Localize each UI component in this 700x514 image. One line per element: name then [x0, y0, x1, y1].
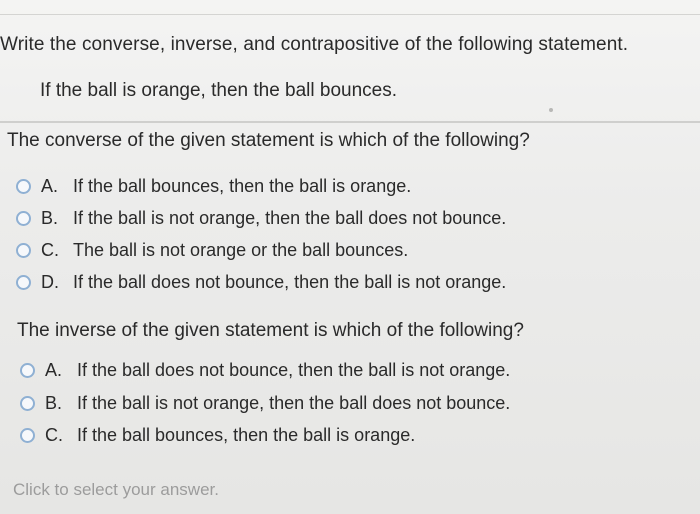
option-letter: A.	[45, 360, 63, 380]
converse-option-c[interactable]: C. The ball is not orange or the ball bo…	[16, 240, 408, 261]
option-text: If the ball does not bounce, then the ba…	[73, 272, 507, 292]
option-text: If the ball bounces, then the ball is or…	[77, 425, 416, 445]
top-divider	[0, 14, 700, 15]
radio-button-icon[interactable]	[16, 275, 31, 290]
radio-button-icon[interactable]	[20, 363, 35, 378]
converse-prompt: The converse of the given statement is w…	[7, 130, 530, 151]
option-text: If the ball bounces, then the ball is or…	[73, 176, 412, 196]
inverse-option-a[interactable]: A. If the ball does not bounce, then the…	[20, 360, 510, 381]
option-letter: C.	[41, 240, 59, 260]
converse-option-d[interactable]: D. If the ball does not bounce, then the…	[16, 272, 506, 293]
converse-option-a[interactable]: A. If the ball bounces, then the ball is…	[16, 176, 411, 197]
option-text: If the ball is not orange, then the ball…	[73, 208, 507, 228]
option-letter: B.	[41, 208, 59, 228]
option-letter: C.	[45, 425, 63, 445]
option-text: If the ball does not bounce, then the ba…	[77, 360, 511, 380]
select-answer-hint: Click to select your answer.	[13, 480, 219, 499]
option-letter: D.	[41, 272, 59, 292]
radio-button-icon[interactable]	[16, 211, 31, 226]
question-page: Write the converse, inverse, and contrap…	[0, 0, 700, 514]
section-divider	[0, 121, 700, 123]
inverse-prompt: The inverse of the given statement is wh…	[17, 320, 524, 341]
radio-button-icon[interactable]	[16, 179, 31, 194]
option-text: If the ball is not orange, then the ball…	[77, 393, 511, 413]
radio-button-icon[interactable]	[16, 243, 31, 258]
cursor-dot	[549, 108, 553, 112]
question-title: Write the converse, inverse, and contrap…	[0, 34, 629, 55]
inverse-option-b[interactable]: B. If the ball is not orange, then the b…	[20, 393, 510, 414]
option-letter: B.	[45, 393, 63, 413]
option-text: The ball is not orange or the ball bounc…	[73, 240, 409, 260]
inverse-option-c[interactable]: C. If the ball bounces, then the ball is…	[20, 425, 415, 446]
converse-option-b[interactable]: B. If the ball is not orange, then the b…	[16, 208, 506, 229]
radio-button-icon[interactable]	[20, 428, 35, 443]
radio-button-icon[interactable]	[20, 396, 35, 411]
option-letter: A.	[41, 176, 59, 196]
given-statement: If the ball is orange, then the ball bou…	[40, 80, 398, 101]
